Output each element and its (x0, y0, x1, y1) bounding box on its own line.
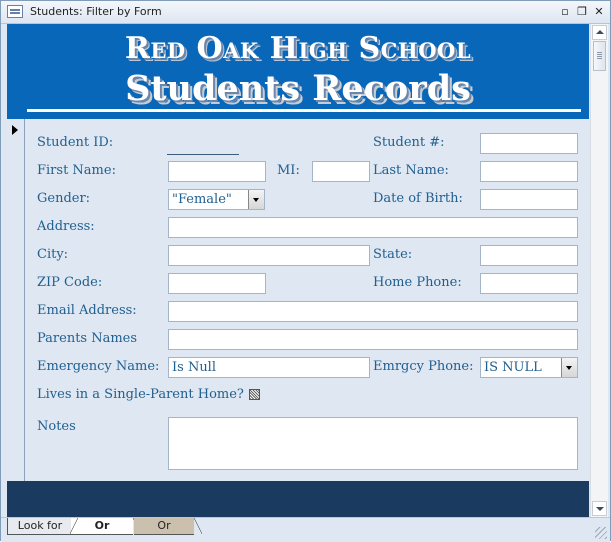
emergency-name-label: Emergency Name: (37, 359, 160, 374)
address-field[interactable] (168, 217, 578, 238)
state-field[interactable] (480, 245, 578, 266)
restore-icon[interactable]: ❐ (575, 5, 589, 19)
zip-field[interactable] (168, 273, 266, 294)
form-footer (7, 481, 589, 517)
address-label: Address: (37, 219, 95, 234)
email-label: Email Address: (37, 303, 137, 318)
first-name-label: First Name: (37, 163, 116, 178)
student-id-label: Student ID: (37, 135, 114, 150)
emergency-phone-combo[interactable]: IS NULL (480, 357, 578, 378)
title-bar: Students: Filter by Form ▫ ❐ ✕ (1, 1, 610, 24)
home-phone-field[interactable] (480, 273, 578, 294)
form-icon (7, 5, 23, 18)
single-parent-label: Lives in a Single-Parent Home? (37, 387, 244, 402)
city-field[interactable] (168, 245, 370, 266)
current-record-arrow-icon (12, 125, 18, 135)
single-parent-checkbox[interactable] (249, 389, 260, 400)
emergency-phone-label: Emrgcy Phone: (373, 359, 474, 374)
close-icon[interactable]: ✕ (592, 5, 606, 19)
state-label: State: (373, 247, 413, 262)
header-divider (27, 109, 581, 112)
filter-tabs: Look for Or Or (1, 517, 610, 542)
tab-or-2[interactable]: Or (134, 518, 202, 535)
emergency-phone-value: IS NULL (484, 360, 542, 375)
student-number-field[interactable] (480, 133, 578, 154)
form-subtitle: Students Records (125, 68, 471, 109)
scroll-down-icon[interactable] (592, 501, 607, 516)
tab-look-for[interactable]: Look for (7, 518, 72, 535)
student-id-field (167, 154, 239, 155)
window-title: Students: Filter by Form (30, 5, 162, 18)
notes-label: Notes (37, 419, 76, 434)
gender-combo[interactable]: "Female" (168, 189, 265, 210)
minimize-icon[interactable]: ▫ (558, 5, 572, 19)
chevron-down-icon[interactable] (248, 190, 264, 209)
student-number-label: Student #: (373, 135, 445, 150)
vertical-scrollbar[interactable] (590, 24, 608, 517)
home-phone-label: Home Phone: (373, 275, 462, 290)
parents-label: Parents Names (37, 331, 138, 346)
scroll-up-icon[interactable] (592, 25, 607, 40)
notes-field[interactable] (168, 417, 578, 470)
parents-field[interactable] (168, 329, 578, 350)
chevron-down-icon[interactable] (561, 358, 577, 377)
resize-grip-icon[interactable] (595, 527, 607, 539)
filter-by-form-window: Students: Filter by Form ▫ ❐ ✕ Red Oak H… (0, 0, 611, 542)
school-name: Red Oak High School (124, 31, 472, 66)
dob-label: Date of Birth: (373, 191, 463, 206)
mi-field[interactable] (312, 161, 370, 182)
scroll-thumb[interactable] (593, 41, 606, 71)
form-detail: Student ID: Student #: First Name: MI: L… (25, 119, 589, 480)
last-name-field[interactable] (480, 161, 578, 182)
gender-value: "Female" (172, 192, 232, 207)
dob-field[interactable] (480, 189, 578, 210)
first-name-field[interactable] (168, 161, 266, 182)
last-name-label: Last Name: (373, 163, 449, 178)
city-label: City: (37, 247, 69, 262)
mi-label: MI: (277, 163, 300, 178)
form-header: Red Oak High School Students Records (7, 24, 589, 119)
tab-or-1[interactable]: Or (70, 518, 141, 535)
emergency-name-field[interactable]: Is Null (168, 357, 370, 378)
gender-label: Gender: (37, 191, 91, 206)
zip-label: ZIP Code: (37, 275, 103, 290)
email-field[interactable] (168, 301, 578, 322)
